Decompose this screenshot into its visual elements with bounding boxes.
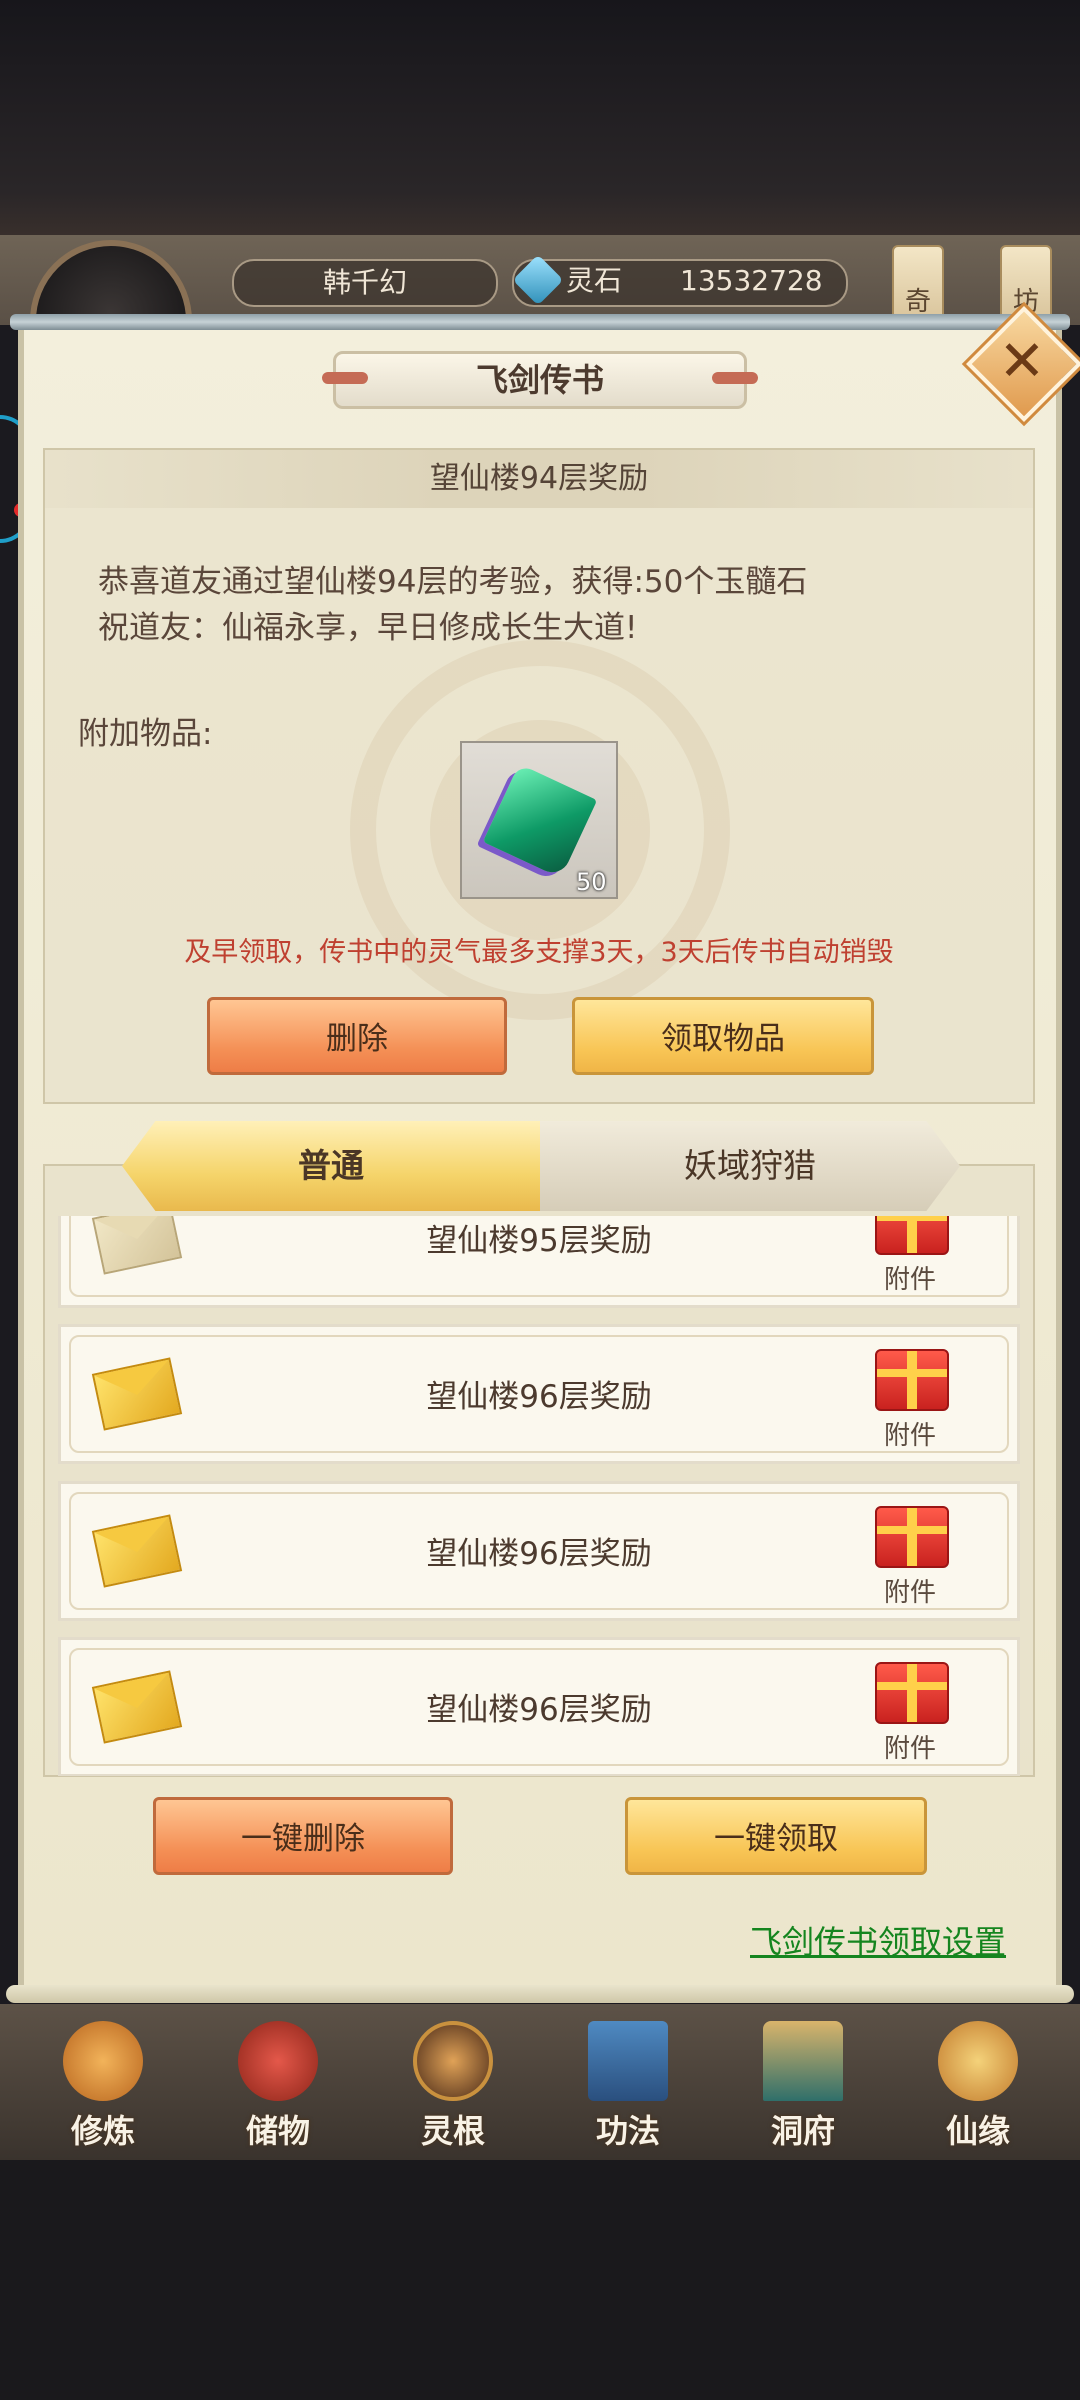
nav-technique[interactable]: 功法 (553, 2006, 703, 2156)
currency-value: 13532728 (680, 264, 823, 297)
tab-normal[interactable]: 普通 (122, 1121, 540, 1211)
mail-list-item[interactable]: 望仙楼96层奖励 附件 (58, 1637, 1020, 1776)
dialog-title: 飞剑传书 (475, 361, 604, 399)
spirit-root-icon (413, 2021, 493, 2101)
side-tab-qi[interactable]: 奇 (892, 245, 944, 325)
top-dark-area (0, 0, 1080, 240)
attachments-label: 附加物品: (78, 716, 213, 752)
expiry-warning: 及早领取，传书中的灵气最多支撑3天，3天后传书自动销毁 (184, 937, 894, 968)
attachment-badge-label: 附件 (883, 1265, 936, 1295)
nav-spirit-root[interactable]: 灵根 (378, 2006, 528, 2156)
scroll-rod-top (10, 314, 1070, 330)
scroll-rod-bottom (6, 1985, 1074, 2003)
nav-label: 仙缘 (945, 2112, 1010, 2150)
mail-list-item[interactable]: 望仙楼96层奖励 附件 (58, 1481, 1020, 1621)
player-name: 韩千幻 (232, 259, 498, 307)
nav-label: 洞府 (770, 2112, 835, 2150)
storage-bag-icon (238, 2021, 318, 2101)
attachment-badge-label: 附件 (883, 1421, 936, 1451)
currency-label: 灵石 (566, 264, 623, 297)
nav-immortal-fate[interactable]: 仙缘 (903, 2006, 1053, 2156)
gift-box-icon (875, 1216, 949, 1255)
claim-items-button[interactable]: 领取物品 (572, 997, 874, 1075)
attachment-badge-label: 附件 (883, 1734, 936, 1764)
gift-box-icon (875, 1506, 949, 1568)
claim-settings-link[interactable]: 飞剑传书领取设置 (750, 1917, 1006, 1963)
mail-list: 望仙楼95层奖励 附件 望仙楼96层奖励 附件 望仙楼96层奖励 附件 望仙楼9… (43, 1216, 1035, 1776)
gift-box-icon (875, 1349, 949, 1411)
mail-list-item[interactable]: 望仙楼96层奖励 附件 (58, 1324, 1020, 1464)
attachment-count: 50 (576, 868, 607, 896)
mail-body-line-2: 祝道友：仙福永享，早日修成长生大道! (98, 610, 638, 646)
delete-button[interactable]: 删除 (207, 997, 507, 1075)
nav-storage[interactable]: 储物 (203, 2006, 353, 2156)
nav-label: 灵根 (420, 2112, 485, 2150)
gift-box-icon (875, 1662, 949, 1724)
claim-all-button[interactable]: 一键领取 (625, 1797, 927, 1875)
mail-list-item[interactable]: 望仙楼95层奖励 附件 (58, 1216, 1020, 1308)
mail-body-line-1: 恭喜道友通过望仙楼94层的考验，获得:50个玉髓石 (98, 564, 808, 600)
delete-all-button[interactable]: 一键删除 (153, 1797, 453, 1875)
nav-label: 功法 (595, 2112, 660, 2150)
bottom-dark-area (0, 2160, 1080, 2400)
attachment-badge-label: 附件 (883, 1578, 936, 1608)
technique-book-icon (588, 2021, 668, 2101)
nav-cave[interactable]: 洞府 (728, 2006, 878, 2156)
nav-label: 修炼 (70, 2112, 135, 2150)
cave-dwelling-icon (763, 2021, 843, 2101)
tab-demon-hunt[interactable]: 妖域狩猎 (540, 1121, 960, 1211)
mail-detail-title: 望仙楼94层奖励 (429, 461, 649, 496)
nav-label: 储物 (245, 2112, 310, 2150)
immortal-fate-icon (938, 2021, 1018, 2101)
close-icon[interactable]: ✕ (985, 325, 1059, 399)
cultivation-icon (63, 2021, 143, 2101)
nav-cultivation[interactable]: 修炼 (28, 2006, 178, 2156)
